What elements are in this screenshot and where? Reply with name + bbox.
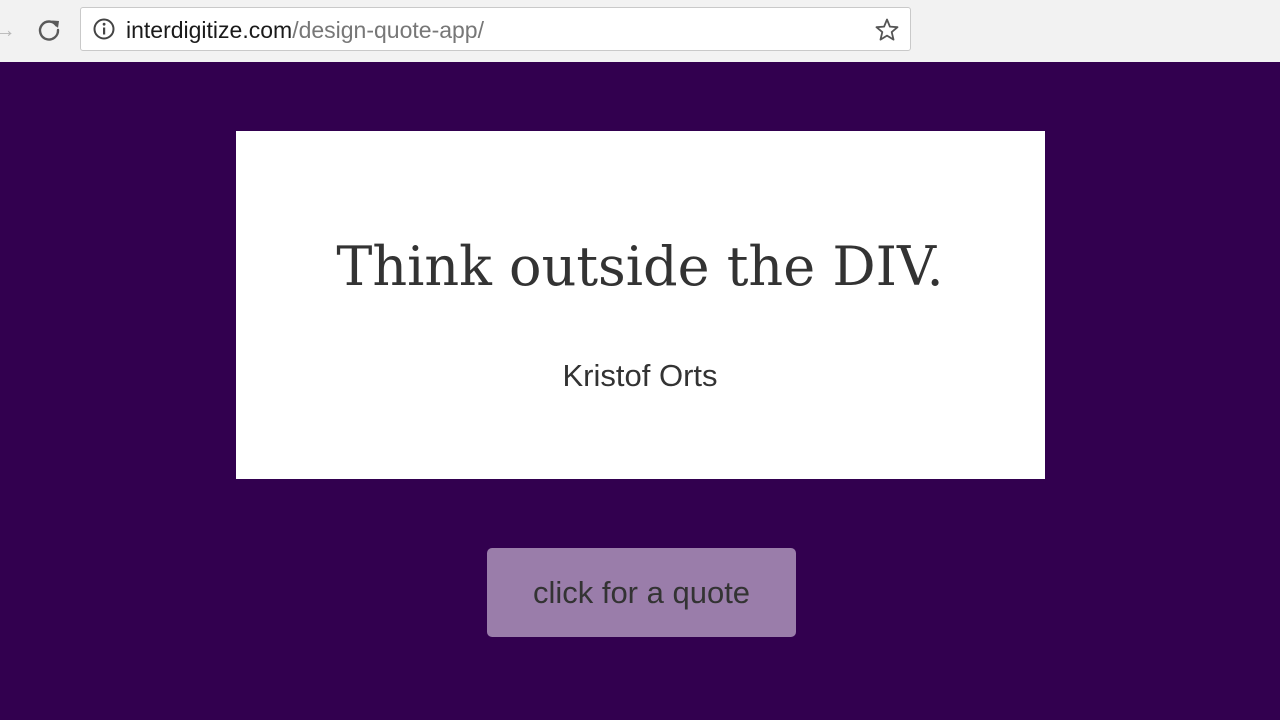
click-for-quote-button[interactable]: click for a quote <box>487 548 796 637</box>
url-host: interdigitize.com <box>126 17 293 43</box>
browser-toolbar: → interdigitize.com/design-quote-app/ <box>0 0 1280 62</box>
quote-card <box>236 131 1045 479</box>
address-bar[interactable]: interdigitize.com/design-quote-app/ <box>80 7 911 51</box>
url-path: /design-quote-app/ <box>292 17 484 43</box>
quote-text: Think outside the DIV. <box>336 235 944 298</box>
forward-arrow-icon[interactable]: → <box>0 18 16 42</box>
reload-icon[interactable] <box>36 17 62 43</box>
url-text[interactable]: interdigitize.com/design-quote-app/ <box>126 17 484 43</box>
star-icon[interactable] <box>874 17 900 43</box>
quote-author: Kristof Orts <box>562 358 718 393</box>
info-icon[interactable] <box>93 18 115 40</box>
